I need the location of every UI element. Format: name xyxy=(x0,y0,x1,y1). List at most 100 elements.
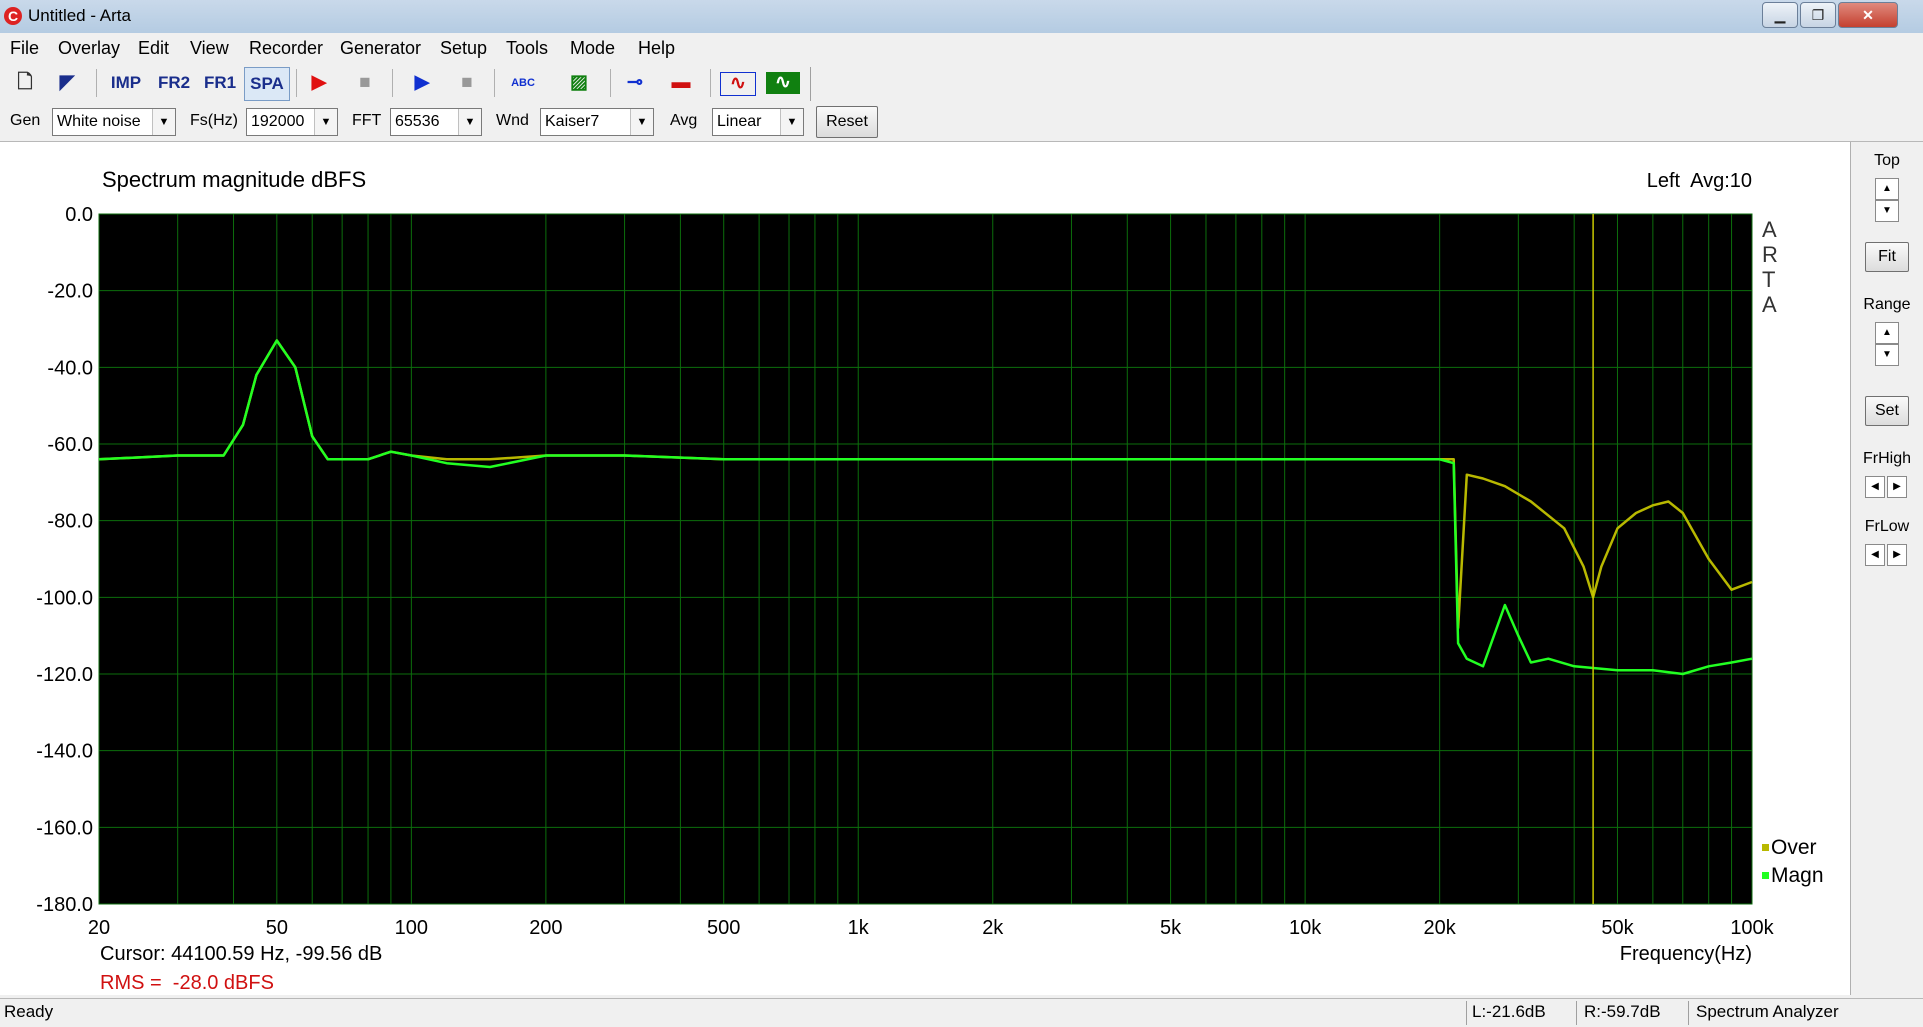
status-text: Ready xyxy=(4,1002,54,1021)
generator-select-value: White noise xyxy=(57,113,141,130)
scope-icon[interactable]: ∿ xyxy=(720,72,756,96)
avg-label: Avg xyxy=(670,112,698,129)
menu-overlay[interactable]: Overlay xyxy=(58,38,120,59)
status-separator xyxy=(1466,1001,1467,1025)
legend-label: Magn xyxy=(1771,864,1824,887)
cursor-readout: Cursor: 44100.59 Hz, -99.56 dB xyxy=(100,943,382,965)
toolbar-separator xyxy=(96,69,97,97)
menu-file[interactable]: File xyxy=(10,38,39,59)
close-button[interactable]: ✕ xyxy=(1838,2,1898,28)
range-down-button[interactable]: ▼ xyxy=(1875,344,1899,366)
plot-background xyxy=(99,214,1752,904)
legend: Over Magn xyxy=(1762,836,1824,887)
minimize-button[interactable]: ▁ xyxy=(1762,2,1798,28)
mode-readout: Spectrum Analyzer xyxy=(1696,1002,1839,1021)
averaging-select[interactable]: Linear ▼ xyxy=(712,108,804,136)
text-icon[interactable]: ABC xyxy=(506,67,540,99)
level-icon[interactable]: ▬ xyxy=(664,67,698,99)
menu-mode[interactable]: Mode xyxy=(570,38,615,59)
set-button[interactable]: Set xyxy=(1865,396,1909,426)
y-tick-label: -80.0 xyxy=(47,511,93,533)
maximize-button[interactable]: ❐ xyxy=(1800,2,1836,28)
new-icon[interactable]: 🗋 xyxy=(8,67,42,99)
x-tick-label: 20k xyxy=(1424,917,1457,939)
toolbar-separator xyxy=(710,69,711,97)
y-tick-label: -180.0 xyxy=(36,894,93,916)
frlow-right-button[interactable]: ▶ xyxy=(1887,544,1907,566)
open-icon[interactable]: ◤ xyxy=(50,67,84,99)
frlow-label: FrLow xyxy=(1864,518,1910,535)
toolbar-separator xyxy=(392,69,393,97)
sample-rate-select[interactable]: 192000 ▼ xyxy=(246,108,338,136)
menu-setup[interactable]: Setup xyxy=(440,38,487,59)
y-tick-label: -20.0 xyxy=(47,281,93,303)
y-tick-label: -60.0 xyxy=(47,434,93,456)
x-tick-label: 5k xyxy=(1160,917,1182,939)
toolbar: 🗋 ◤ IMP FR2 FR1 SPA ▶ ■ ▶ ■ ABC ▨ ⊸ ▬ ∿ … xyxy=(0,63,1923,103)
chart-title: Spectrum magnitude dBFS xyxy=(102,167,366,192)
window-label: Wnd xyxy=(496,112,529,129)
generator-select[interactable]: White noise ▼ xyxy=(52,108,176,136)
rms-readout: RMS = -28.0 dBFS xyxy=(100,972,274,994)
spectrum-chart[interactable]: Spectrum magnitude dBFS Left Avg:10 20 50… xyxy=(0,142,1850,995)
window-select[interactable]: Kaiser7 ▼ xyxy=(540,108,654,136)
range-up-button[interactable]: ▲ xyxy=(1875,322,1899,344)
record-play-icon[interactable]: ▶ xyxy=(302,67,336,99)
hatch-icon[interactable]: ▨ xyxy=(562,67,596,99)
spa-mode-button[interactable]: SPA xyxy=(244,67,290,101)
reset-button[interactable]: Reset xyxy=(816,106,878,138)
title-bar: C Untitled - Arta ▁ ❐ ✕ xyxy=(0,0,1923,34)
right-control-panel: Top ▲ ▼ Fit Range ▲ ▼ Set FrHigh ◀ ▶ FrL… xyxy=(1851,142,1923,995)
frlow-left-button[interactable]: ◀ xyxy=(1865,544,1885,566)
status-separator xyxy=(1688,1001,1689,1025)
y-tick-label: -120.0 xyxy=(36,664,93,686)
menu-recorder[interactable]: Recorder xyxy=(249,38,323,59)
window-title: Untitled - Arta xyxy=(28,6,131,25)
window-select-value: Kaiser7 xyxy=(545,113,600,130)
chevron-down-icon: ▼ xyxy=(780,109,803,135)
imp-mode-button[interactable]: IMP xyxy=(104,67,148,99)
menu-generator[interactable]: Generator xyxy=(340,38,421,59)
y-tick-label: -100.0 xyxy=(36,587,93,609)
menu-help[interactable]: Help xyxy=(638,38,675,59)
frhigh-left-button[interactable]: ◀ xyxy=(1865,476,1885,498)
fft-size-value: 65536 xyxy=(395,113,440,130)
watermark-letter: A xyxy=(1762,292,1777,317)
right-level-readout: R:-59.7dB xyxy=(1584,1002,1661,1021)
fr2-mode-button[interactable]: FR2 xyxy=(152,67,196,99)
fr1-mode-button[interactable]: FR1 xyxy=(198,67,242,99)
generator-stop-icon[interactable]: ■ xyxy=(450,67,484,99)
menu-bar: File Overlay Edit View Recorder Generato… xyxy=(0,33,1923,63)
parameter-bar: Gen White noise ▼ Fs(Hz) 192000 ▼ FFT 65… xyxy=(0,103,1923,142)
top-down-button[interactable]: ▼ xyxy=(1875,200,1899,222)
y-tick-label: -40.0 xyxy=(47,357,93,379)
fft-size-select[interactable]: 65536 ▼ xyxy=(390,108,482,136)
generator-play-icon[interactable]: ▶ xyxy=(405,67,439,99)
menu-tools[interactable]: Tools xyxy=(506,38,548,59)
x-tick-label: 500 xyxy=(707,917,740,939)
record-stop-icon[interactable]: ■ xyxy=(348,67,382,99)
top-label: Top xyxy=(1874,152,1900,169)
channel-avg-info: Left Avg:10 xyxy=(1647,170,1752,192)
fft-label: FFT xyxy=(352,112,382,129)
arta-app-icon: C xyxy=(4,7,22,25)
watermark-letter: R xyxy=(1762,242,1778,267)
x-tick-label: 50 xyxy=(266,917,288,939)
fit-button[interactable]: Fit xyxy=(1865,242,1909,272)
frhigh-right-button[interactable]: ▶ xyxy=(1887,476,1907,498)
x-tick-label: 200 xyxy=(529,917,562,939)
status-bar: Ready L:-21.6dB R:-59.7dB Spectrum Analy… xyxy=(0,998,1923,1027)
probe-icon[interactable]: ⊸ xyxy=(618,67,652,99)
top-up-button[interactable]: ▲ xyxy=(1875,178,1899,200)
x-tick-label: 100 xyxy=(395,917,428,939)
toolbar-separator xyxy=(610,69,611,97)
spectrum-icon[interactable]: ∿ xyxy=(766,72,800,94)
menu-view[interactable]: View xyxy=(190,38,229,59)
left-level-readout: L:-21.6dB xyxy=(1472,1002,1546,1021)
y-tick-label: -140.0 xyxy=(36,741,93,763)
menu-edit[interactable]: Edit xyxy=(138,38,169,59)
range-label: Range xyxy=(1863,296,1911,313)
toolbar-separator xyxy=(296,69,297,97)
fs-label: Fs(Hz) xyxy=(190,112,238,129)
frhigh-label: FrHigh xyxy=(1862,450,1911,467)
